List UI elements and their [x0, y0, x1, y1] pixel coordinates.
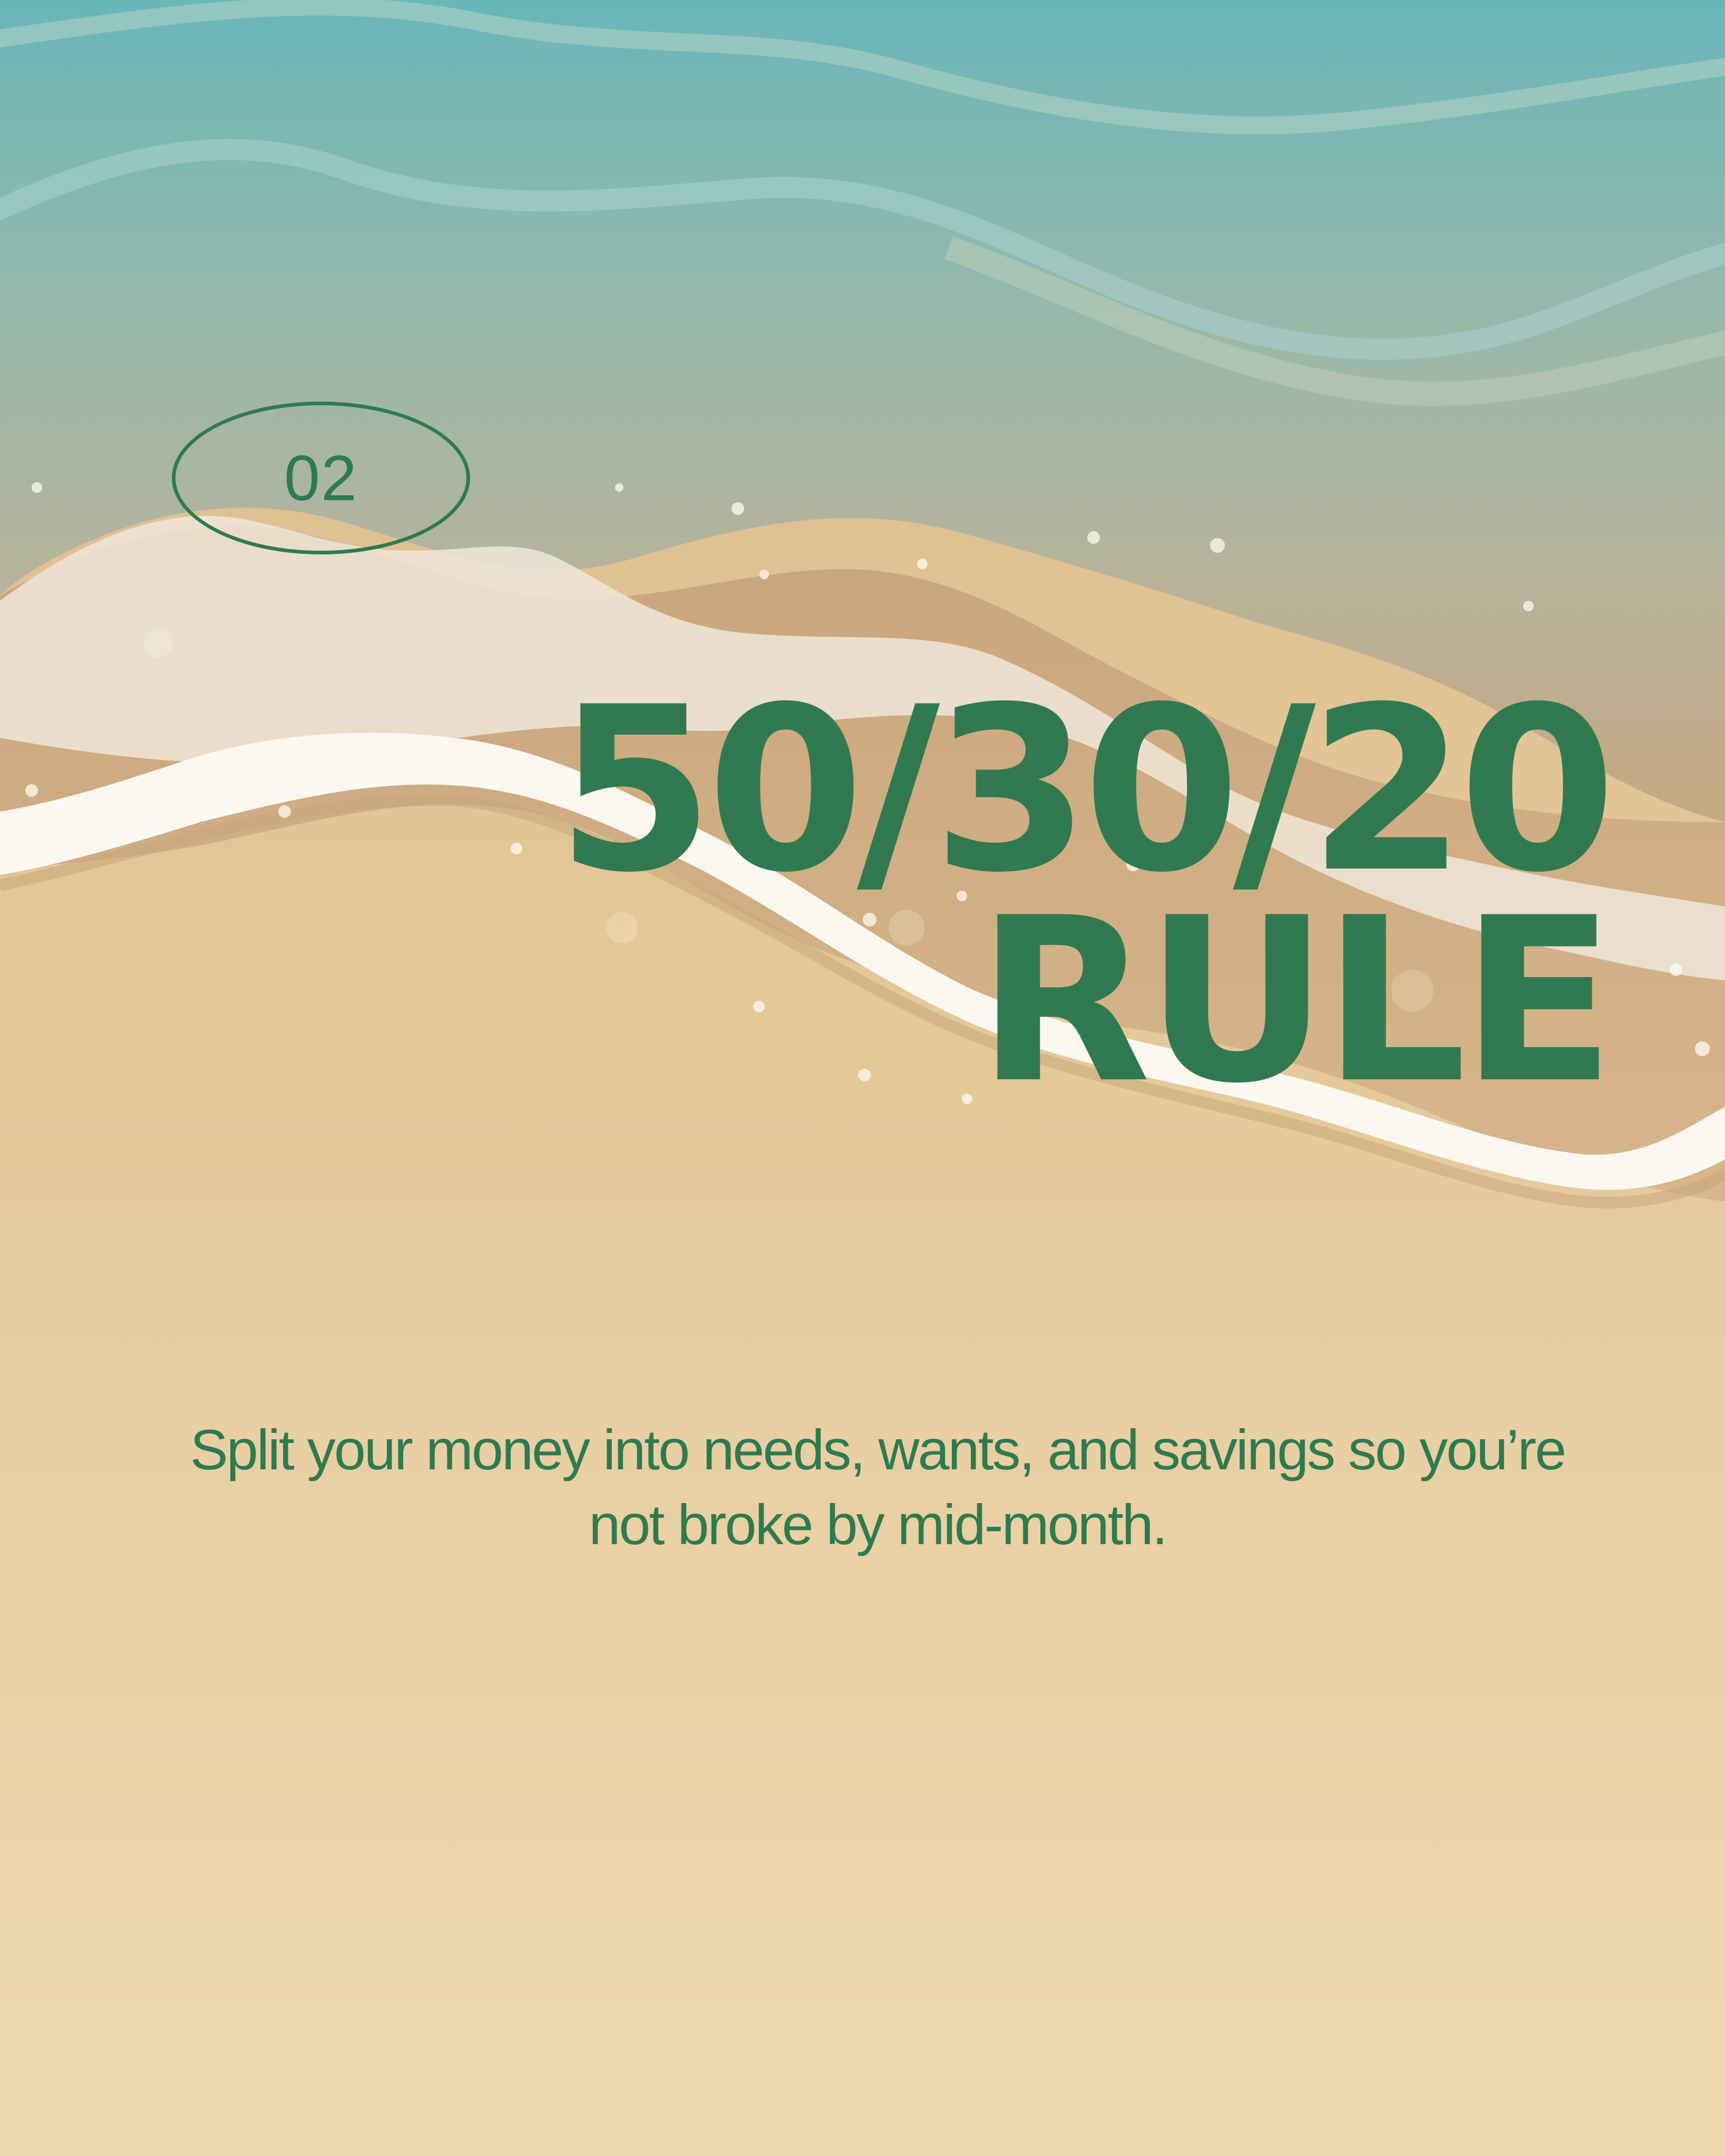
title-line-1: 50/30/20	[556, 659, 1616, 922]
slide-number: 02	[284, 442, 358, 514]
slide-title: 50/30/20 RULE	[344, 659, 1616, 1133]
slide-number-badge: 02	[172, 402, 470, 554]
slide-canvas: 02 50/30/20 RULE Split your money into n…	[0, 0, 1725, 2156]
slide-description: Split your money into needs, wants, and …	[190, 1418, 1567, 1556]
title-line-2: RULE	[976, 870, 1615, 1133]
